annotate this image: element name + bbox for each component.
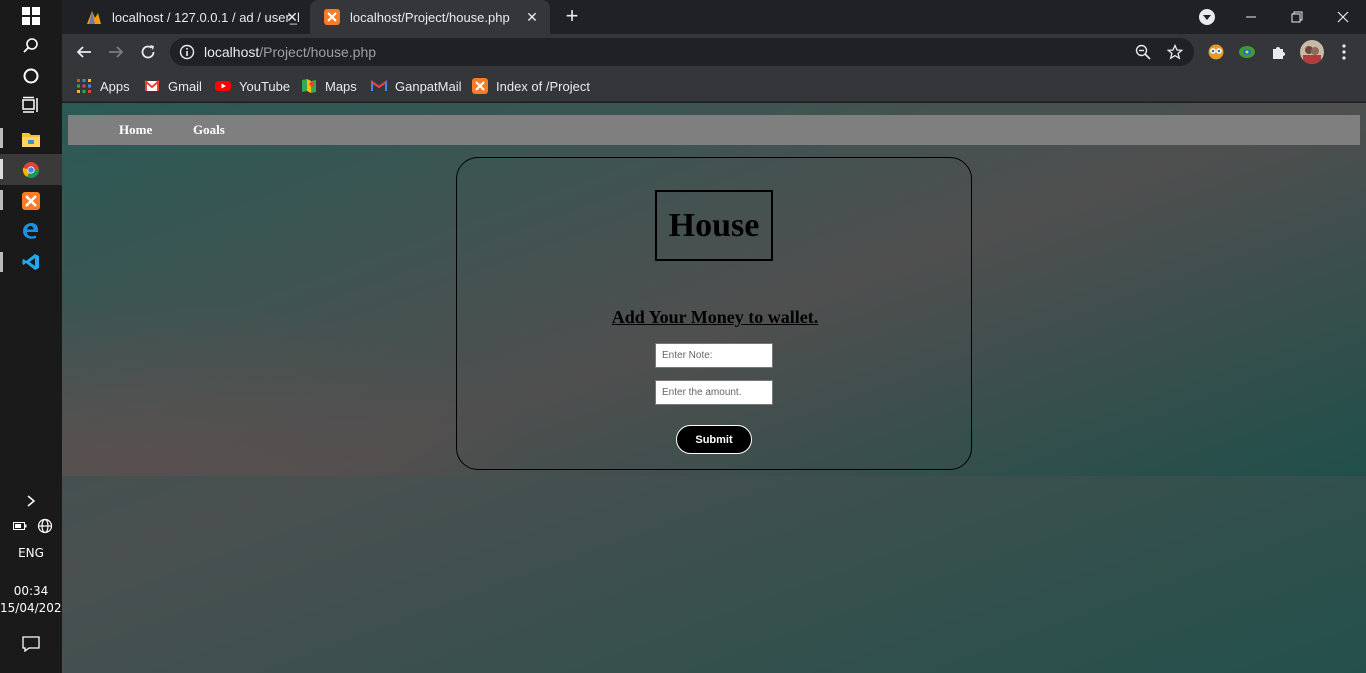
file-explorer-icon[interactable] (0, 123, 62, 154)
bookmark-apps[interactable]: Apps (76, 76, 130, 96)
xampp-icon (324, 9, 340, 25)
profile-avatar[interactable] (1300, 40, 1324, 64)
bookmark-index-project[interactable]: Index of /Project (472, 76, 590, 96)
gmail-icon (144, 80, 160, 91)
wallet-form-card: House Add Your Money to wallet. Submit (456, 157, 972, 470)
amount-input[interactable] (655, 380, 773, 405)
tab-title: localhost / 127.0.0.1 / ad / user_l (112, 9, 300, 25)
bookmark-gmail[interactable]: Gmail (144, 76, 202, 96)
note-input[interactable] (655, 343, 773, 368)
url-path: /Project/house.php (259, 44, 377, 60)
close-tab-icon[interactable]: ✕ (284, 9, 300, 25)
tab-phpmyadmin[interactable]: localhost / 127.0.0.1 / ad / user_l ✕ (72, 0, 310, 34)
submit-button[interactable]: Submit (676, 425, 752, 454)
chrome-taskbar-icon[interactable] (0, 154, 62, 185)
bookmark-label: GanpatMail (395, 78, 462, 94)
info-icon[interactable] (179, 44, 195, 60)
xampp-icon (472, 78, 488, 94)
network-globe-icon[interactable] (0, 510, 62, 541)
phpmyadmin-icon (87, 11, 101, 24)
bookmark-star-icon[interactable] (1167, 44, 1183, 60)
nav-goals-link[interactable]: Goals (193, 122, 225, 138)
edge-icon[interactable] (0, 215, 62, 246)
tab-house[interactable]: localhost/Project/house.php ✕ (310, 0, 550, 34)
page-body: Home Goals House Add Your Money to walle… (62, 103, 1366, 476)
bookmark-ganpatmail[interactable]: GanpatMail (371, 76, 461, 96)
zoom-out-icon[interactable] (1135, 44, 1151, 60)
extension-globe-icon[interactable] (1237, 42, 1257, 62)
apps-grid-icon (77, 79, 91, 93)
url-host: localhost (204, 44, 260, 60)
address-bar[interactable]: localhost/Project/house.php (170, 38, 1194, 66)
clock-time[interactable]: 00:34 (0, 584, 62, 598)
close-tab-icon[interactable]: ✕ (524, 9, 540, 25)
minimize-button[interactable] (1228, 0, 1274, 34)
page-title: House (668, 206, 760, 244)
page-title-box: House (655, 190, 773, 261)
browser-window: localhost / 127.0.0.1 / ad / user_l ✕ lo… (62, 0, 1366, 673)
maps-icon (302, 79, 316, 93)
restore-button[interactable] (1274, 0, 1320, 34)
windows-start-icon[interactable] (0, 0, 62, 31)
forward-button[interactable] (104, 40, 128, 64)
windows-taskbar: ENG 00:34 15/04/2021 (0, 0, 69, 673)
url-text[interactable]: localhost/Project/house.php (204, 44, 376, 60)
search-icon[interactable] (0, 30, 62, 61)
form-heading: Add Your Money to wallet. (611, 307, 819, 327)
bookmark-label: Index of /Project (496, 78, 590, 94)
new-tab-button[interactable]: + (560, 5, 584, 29)
notification-icon[interactable] (0, 628, 62, 659)
running-indicator (0, 159, 3, 179)
cortana-icon[interactable] (0, 60, 62, 91)
youtube-icon (215, 81, 231, 91)
gmail-icon (371, 80, 387, 91)
clock-date[interactable]: 15/04/2021 (0, 601, 69, 615)
bookmark-youtube[interactable]: YouTube (215, 76, 290, 96)
tab-title: localhost/Project/house.php (350, 9, 510, 25)
task-view-icon[interactable] (0, 89, 62, 120)
bookmark-label: Gmail (168, 78, 202, 94)
site-navbar: Home Goals (68, 115, 1360, 145)
vscode-icon[interactable] (0, 246, 62, 277)
browser-toolbar: localhost/Project/house.php (62, 34, 1366, 70)
bookmark-label: YouTube (239, 78, 291, 94)
extensions-puzzle-icon[interactable] (1269, 42, 1289, 62)
language-indicator[interactable]: ENG (0, 546, 62, 560)
bookmark-label: Apps (100, 78, 130, 94)
bookmark-label: Maps (325, 78, 357, 94)
menu-kebab-icon[interactable] (1334, 42, 1354, 62)
reload-button[interactable] (136, 40, 160, 64)
back-button[interactable] (72, 40, 96, 64)
bookmark-maps[interactable]: Maps (301, 76, 357, 96)
tab-strip: localhost / 127.0.0.1 / ad / user_l ✕ lo… (62, 0, 1366, 34)
xampp-taskbar-icon[interactable] (0, 185, 62, 216)
close-window-button[interactable] (1320, 0, 1366, 34)
extension-eyes-icon[interactable] (1206, 42, 1226, 62)
bookmarks-bar: Apps Gmail YouTube Maps GanpatMail Index… (62, 70, 1366, 102)
nav-home-link[interactable]: Home (119, 122, 152, 138)
tab-search-icon[interactable] (1199, 9, 1215, 25)
page-viewport: Home Goals House Add Your Money to walle… (62, 103, 1366, 673)
